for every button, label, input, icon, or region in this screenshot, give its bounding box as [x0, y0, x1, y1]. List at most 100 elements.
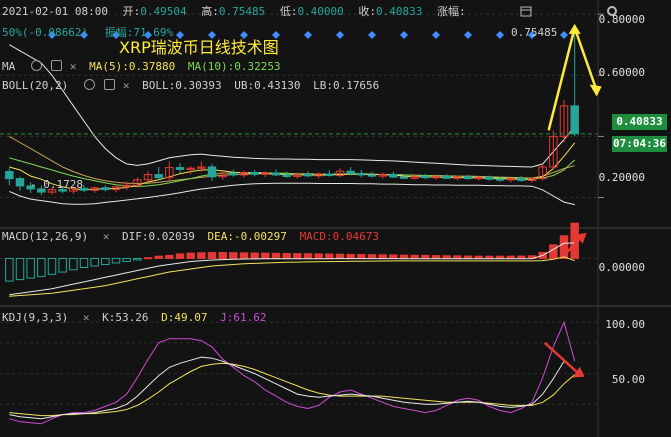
yellow-arrow-head [589, 84, 602, 97]
settings-icon[interactable] [103, 79, 115, 90]
candle-body [485, 176, 494, 180]
candle-body [495, 178, 505, 181]
event-marker [560, 31, 568, 39]
close-icon[interactable]: ✕ [83, 311, 90, 324]
macd-bar [79, 257, 89, 269]
calendar-icon[interactable] [520, 5, 532, 20]
macd-bar [229, 252, 238, 259]
yellow-arrow-down [573, 27, 598, 91]
close-label: 收: [358, 5, 377, 18]
ma5-value: MA(5):0.37880 [89, 60, 176, 73]
k-line [9, 356, 576, 420]
close-icon[interactable]: ✕ [70, 60, 77, 73]
macd-bar [143, 257, 153, 260]
macd-bar [175, 253, 185, 259]
candle-body [570, 105, 579, 135]
event-marker [496, 31, 504, 39]
candle-body [442, 175, 451, 179]
macd-bar [399, 254, 409, 259]
close-value: 0.40833 [376, 5, 423, 18]
candle-body [15, 178, 25, 187]
j-value: J:61.62 [220, 311, 267, 324]
d-line [9, 362, 576, 417]
event-marker [464, 31, 472, 39]
price-pane [0, 27, 598, 206]
candle-body [207, 166, 217, 178]
annotation-overlay [543, 23, 602, 378]
macd-bar [122, 257, 131, 262]
macd-bar [90, 257, 99, 267]
candle-body [229, 172, 238, 176]
boll-lb-value: LB:0.17656 [313, 79, 380, 92]
macd-bar [325, 253, 334, 259]
macd-label: MACD(12,26,9) [2, 230, 89, 243]
high-marker-label: 0.75485 [511, 26, 558, 39]
countdown-tag: 07:04:36 [612, 136, 667, 152]
macd-bar [346, 253, 355, 259]
macd-bar [293, 253, 302, 259]
macd-bar [261, 252, 270, 259]
eye-icon[interactable] [30, 60, 42, 71]
candle-body [101, 187, 110, 191]
ma-label: MA [2, 60, 16, 73]
low-marker-value: 0.1728 [43, 178, 83, 191]
boll-ub-value: UB:0.43130 [234, 79, 301, 92]
macd-bar [101, 257, 110, 265]
macd-bar [335, 253, 345, 259]
event-marker [336, 31, 344, 39]
macd-bar [410, 254, 419, 259]
macd-bar [154, 255, 163, 259]
macd-bar [58, 257, 67, 273]
change-pct: 50%(-0.08662) [2, 26, 89, 39]
ohlc-header: 2021-02-01 08:00 开:0.49504 高:0.75485 低:0… [2, 5, 466, 18]
macd-bar [357, 254, 366, 259]
macd-bar [421, 254, 430, 259]
macd-legend: MACD(12,26,9) ✕ DIF:0.02039 DEA:-0.00297… [2, 230, 385, 243]
d-value: D:49.07 [161, 311, 208, 324]
macd-value: MACD:0.04673 [299, 230, 380, 243]
settings-icon[interactable] [50, 60, 62, 71]
macd-bar [474, 255, 483, 259]
y-tick-label: 0.60000 [598, 66, 645, 79]
macd-bar [485, 255, 494, 259]
macd-bar [442, 255, 451, 259]
candle-body [250, 171, 259, 175]
k-value: K:53.26 [102, 311, 149, 324]
macd-bar [186, 252, 195, 259]
macd-bar [303, 253, 313, 259]
eye-icon[interactable] [83, 79, 95, 90]
macd-bar [378, 254, 387, 259]
boll-lower-line [9, 182, 575, 206]
open-value: 0.49504 [140, 5, 187, 18]
macd-bar [26, 257, 35, 279]
boll-mid-value: BOLL:0.30393 [142, 79, 222, 92]
macd-bar [559, 235, 569, 259]
low-label: 低: [279, 5, 298, 18]
close-icon[interactable]: ✕ [123, 79, 130, 92]
macd-bar [453, 255, 462, 259]
candle-body [421, 175, 430, 179]
yellow-arrow-head [568, 23, 581, 34]
y-tick-label: 0.80000 [598, 13, 645, 26]
macd-bar [389, 254, 398, 259]
candle-body [271, 172, 281, 176]
close-icon[interactable]: ✕ [103, 230, 110, 243]
y-tick-label: 100.00 [605, 318, 645, 331]
macd-bar [506, 255, 515, 259]
macd-bar [314, 253, 323, 259]
macd-bar [207, 252, 217, 259]
event-marker [304, 31, 312, 39]
macd-bar [517, 255, 526, 259]
dif-value: DIF:0.02039 [121, 230, 195, 243]
candle-body [463, 176, 473, 180]
open-label: 开: [122, 5, 141, 18]
high-value: 0.75485 [218, 5, 266, 18]
candle-body [282, 174, 291, 177]
event-marker [432, 31, 440, 39]
candle-body [154, 174, 163, 179]
candle-body [389, 173, 398, 178]
macd-bar [111, 257, 121, 264]
header-date: 2021-02-01 08:00 [2, 5, 108, 18]
candle-body [325, 173, 334, 177]
candle-body [5, 171, 14, 180]
